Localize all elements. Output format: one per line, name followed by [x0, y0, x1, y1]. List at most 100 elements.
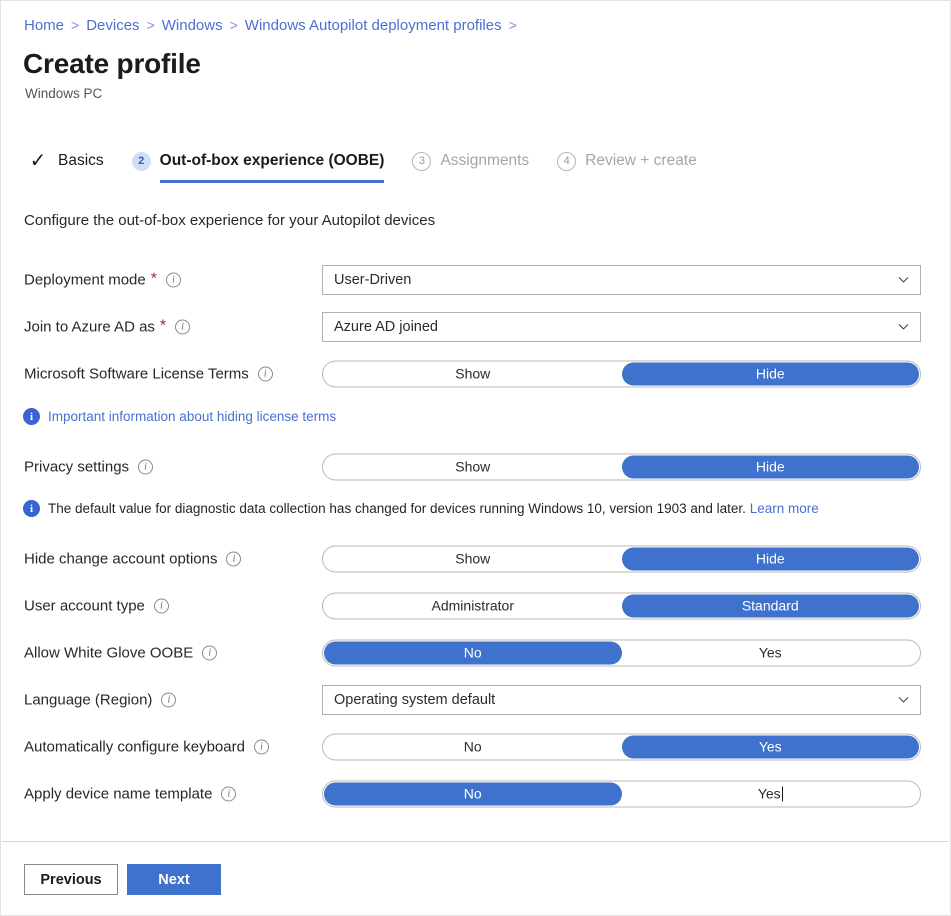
toggle-option-label: No: [464, 645, 482, 661]
info-icon[interactable]: i: [161, 692, 176, 707]
toggle-option-label: Standard: [742, 598, 799, 614]
toggle-option-left[interactable]: No: [324, 782, 622, 805]
breadcrumb-separator-icon: >: [230, 17, 238, 33]
toggle-hide-change-account-options[interactable]: ShowHide: [322, 545, 921, 572]
form-row-join-to-azure-ad-as: Join to Azure AD as * i Azure AD joined: [1, 303, 951, 350]
toggle-option-label: Yes: [759, 645, 782, 661]
wizard-tab-review-create[interactable]: 4Review + create: [557, 141, 697, 181]
wizard-tab-assignments[interactable]: 3Assignments: [412, 141, 529, 181]
toggle-option-label: Show: [455, 366, 490, 382]
toggle-option-left[interactable]: No: [324, 641, 622, 664]
dropdown-join-to-azure-ad-as[interactable]: Azure AD joined: [322, 312, 921, 342]
label-text: Deployment mode: [24, 271, 146, 288]
toggle-privacy-settings[interactable]: Show Hide: [322, 453, 921, 480]
form-row-language-region: Language (Region) i Operating system defau…: [1, 676, 951, 723]
toggle-option-left[interactable]: No: [324, 735, 622, 758]
toggle-microsoft-software-license-terms[interactable]: Show Hide: [322, 360, 921, 387]
info-icon[interactable]: i: [202, 645, 217, 660]
toggle-option-right[interactable]: Yes: [622, 641, 920, 664]
breadcrumb-item-windows-autopilot-deployment-profiles[interactable]: Windows Autopilot deployment profiles: [245, 17, 502, 34]
dropdown-deployment-mode[interactable]: User-Driven: [322, 265, 921, 295]
form-row-user-account-type: User account typei Administrator Standard: [1, 582, 951, 629]
info-icon[interactable]: i: [258, 366, 273, 381]
toggle-option-label: Yes: [759, 739, 782, 755]
info-icon[interactable]: i: [154, 598, 169, 613]
dropdown-selected-value: Operating system default: [334, 692, 897, 708]
license-terms-info-note: i Important information about hiding lic…: [23, 408, 336, 426]
toggle-option-left[interactable]: Show: [324, 362, 622, 385]
privacy-settings-info-note: i The default value for diagnostic data …: [23, 500, 819, 518]
toggle-option-right[interactable]: Yes: [622, 782, 920, 805]
info-icon[interactable]: i: [138, 459, 153, 474]
form-row-allow-white-glove-oobe: Allow White Glove OOBEi No Yes: [1, 629, 951, 676]
info-icon[interactable]: i: [175, 319, 190, 334]
form-label-user-account-type: User account typei: [24, 597, 169, 614]
form-control-wrapper: Show Hide: [322, 453, 921, 480]
toggle-option-label: Hide: [756, 459, 785, 475]
form-control-wrapper: Azure AD joined: [322, 312, 921, 342]
form-control-wrapper: ShowHide: [322, 545, 921, 572]
toggle-option-label: Administrator: [432, 598, 514, 614]
page-subtitle: Windows PC: [25, 86, 102, 101]
label-text: Language (Region): [24, 691, 152, 708]
form-label-hide-change-account-options: Hide change account optionsi: [24, 550, 241, 567]
page-title: Create profile: [23, 48, 201, 80]
info-icon[interactable]: i: [226, 551, 241, 566]
form-label-microsoft-software-license-terms: Microsoft Software License Termsi: [24, 365, 273, 382]
chevron-down-icon: [897, 320, 910, 333]
form-row-privacy-settings: Privacy settingsiShowHide: [1, 443, 951, 490]
info-icon[interactable]: i: [254, 739, 269, 754]
breadcrumb-item-home[interactable]: Home: [24, 17, 64, 34]
privacy-note-text: The default value for diagnostic data co…: [48, 501, 746, 516]
form-control-wrapper: Administrator Standard: [322, 592, 921, 619]
toggle-option-right[interactable]: Hide: [622, 455, 920, 478]
toggle-option-label: No: [464, 786, 482, 802]
section-intro-text: Configure the out-of-box experience for …: [24, 212, 435, 229]
chevron-down-icon: [897, 273, 910, 286]
next-button[interactable]: Next: [127, 864, 221, 895]
wizard-tab-basics[interactable]: ✓Basics: [27, 141, 104, 181]
breadcrumb-item-devices[interactable]: Devices: [86, 17, 139, 34]
label-text: Join to Azure AD as: [24, 318, 155, 335]
required-asterisk: *: [160, 319, 166, 335]
chevron-down-icon: [897, 693, 910, 706]
form-row-apply-device-name-template: Apply device name templatei No Yes: [1, 770, 951, 817]
toggle-option-right[interactable]: Hide: [622, 547, 920, 570]
previous-button[interactable]: Previous: [24, 864, 118, 895]
toggle-allow-white-glove-oobe[interactable]: No Yes: [322, 639, 921, 666]
toggle-option-label: Yes: [758, 786, 781, 802]
license-terms-info-link[interactable]: Important information about hiding licen…: [48, 408, 336, 426]
dropdown-selected-value: User-Driven: [334, 272, 897, 288]
toggle-automatically-configure-keyboard[interactable]: No Yes: [322, 733, 921, 760]
breadcrumb-separator-icon: >: [71, 17, 79, 33]
toggle-option-label: Hide: [756, 366, 785, 382]
toggle-option-label: No: [464, 739, 482, 755]
toggle-user-account-type[interactable]: Administrator Standard: [322, 592, 921, 619]
dropdown-language-region[interactable]: Operating system default: [322, 685, 921, 715]
toggle-option-right[interactable]: Hide: [622, 362, 920, 385]
form-control-wrapper: Operating system default: [322, 685, 921, 715]
form-control-wrapper: No Yes: [322, 780, 921, 807]
step-number-badge: 4: [557, 152, 576, 171]
form-row-deployment-mode: Deployment mode * i User-Driven: [1, 256, 951, 303]
required-asterisk: *: [151, 272, 157, 288]
toggle-option-right[interactable]: Yes: [622, 735, 920, 758]
wizard-footer: Previous Next: [24, 864, 221, 895]
form-label-allow-white-glove-oobe: Allow White Glove OOBEi: [24, 644, 217, 661]
toggle-option-left[interactable]: Administrator: [324, 594, 622, 617]
toggle-apply-device-name-template[interactable]: No Yes: [322, 780, 921, 807]
breadcrumb-item-windows[interactable]: Windows: [162, 17, 223, 34]
privacy-note-learn-more-link[interactable]: Learn more: [750, 501, 819, 516]
toggle-option-right[interactable]: Standard: [622, 594, 920, 617]
form-label-automatically-configure-keyboard: Automatically configure keyboardi: [24, 738, 269, 755]
form-row-hide-change-account-options: Hide change account optionsi ShowHide: [1, 535, 951, 582]
form-label-apply-device-name-template: Apply device name templatei: [24, 785, 236, 802]
info-icon[interactable]: i: [221, 786, 236, 801]
footer-divider: [2, 841, 949, 842]
wizard-tab-out-of-box-experience-oobe[interactable]: 2Out-of-box experience (OOBE): [132, 141, 385, 181]
toggle-option-left[interactable]: Show: [324, 547, 622, 570]
toggle-option-left[interactable]: Show: [324, 455, 622, 478]
form-control-wrapper: No Yes: [322, 733, 921, 760]
text-cursor-caret: [782, 786, 783, 801]
info-icon[interactable]: i: [166, 272, 181, 287]
